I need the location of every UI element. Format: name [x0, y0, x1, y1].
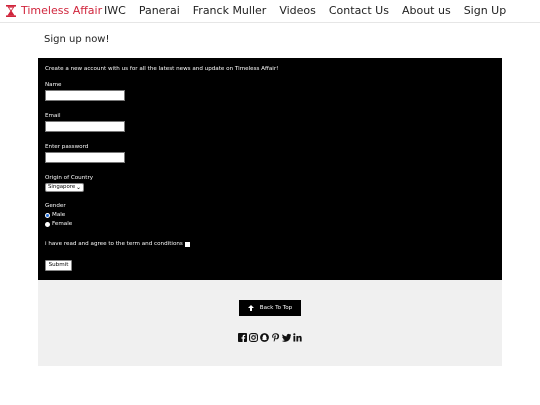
linkedin-icon[interactable] [293, 333, 302, 342]
country-select-value: Singapore [48, 184, 76, 190]
page-title: Sign up now! [44, 34, 110, 45]
twitter-icon[interactable] [282, 333, 291, 342]
brand-name: Timeless Affair [21, 4, 103, 17]
hourglass-icon [6, 5, 16, 17]
nav-link-iwc[interactable]: IWC [104, 4, 126, 18]
nav-links: IWC Panerai Franck Muller Videos Contact… [104, 4, 519, 18]
gender-option-female[interactable]: Female [45, 221, 72, 228]
name-input[interactable] [45, 90, 125, 101]
terms-agreement: i have read and agree to the term and co… [45, 241, 190, 248]
password-input[interactable] [45, 152, 125, 163]
country-select[interactable]: Singapore ⌄ [45, 183, 84, 192]
social-links [238, 333, 302, 342]
radio-female[interactable] [45, 222, 50, 227]
back-to-top-button[interactable]: Back To Top [239, 300, 301, 316]
name-label: Name [45, 82, 62, 88]
nav-link-franck-muller[interactable]: Franck Muller [193, 4, 267, 18]
email-label: Email [45, 113, 61, 119]
password-label: Enter password [45, 144, 89, 150]
country-label: Origin of Country [45, 175, 94, 181]
arrow-up-icon [247, 305, 254, 311]
facebook-icon[interactable] [238, 333, 247, 342]
submit-button[interactable]: Submit [45, 260, 72, 271]
brand-link[interactable]: Timeless Affair [6, 4, 102, 18]
radio-male[interactable] [45, 213, 50, 218]
footer: Back To Top [38, 280, 502, 366]
signup-form: Create a new account with us for all the… [38, 58, 502, 280]
radio-female-label: Female [52, 221, 73, 227]
terms-checkbox[interactable] [184, 242, 190, 247]
nav-link-about-us[interactable]: About us [402, 4, 451, 18]
terms-label: i have read and agree to the term and co… [45, 241, 183, 247]
chevron-down-icon: ⌄ [75, 184, 81, 191]
pinterest-icon[interactable] [271, 333, 280, 342]
gender-option-male[interactable]: Male [45, 212, 65, 219]
nav-link-contact-us[interactable]: Contact Us [329, 4, 389, 18]
snapchat-icon[interactable] [260, 333, 269, 342]
form-intro: Create a new account with us for all the… [45, 66, 279, 72]
instagram-icon[interactable] [249, 333, 258, 342]
nav-link-panerai[interactable]: Panerai [139, 4, 180, 18]
nav-link-videos[interactable]: Videos [279, 4, 316, 18]
back-to-top-label: Back To Top [259, 305, 293, 311]
radio-male-label: Male [52, 212, 66, 218]
top-navbar: Timeless Affair IWC Panerai Franck Mulle… [0, 0, 540, 23]
gender-label: Gender [45, 203, 66, 209]
nav-link-sign-up[interactable]: Sign Up [464, 4, 507, 18]
email-input[interactable] [45, 121, 125, 132]
